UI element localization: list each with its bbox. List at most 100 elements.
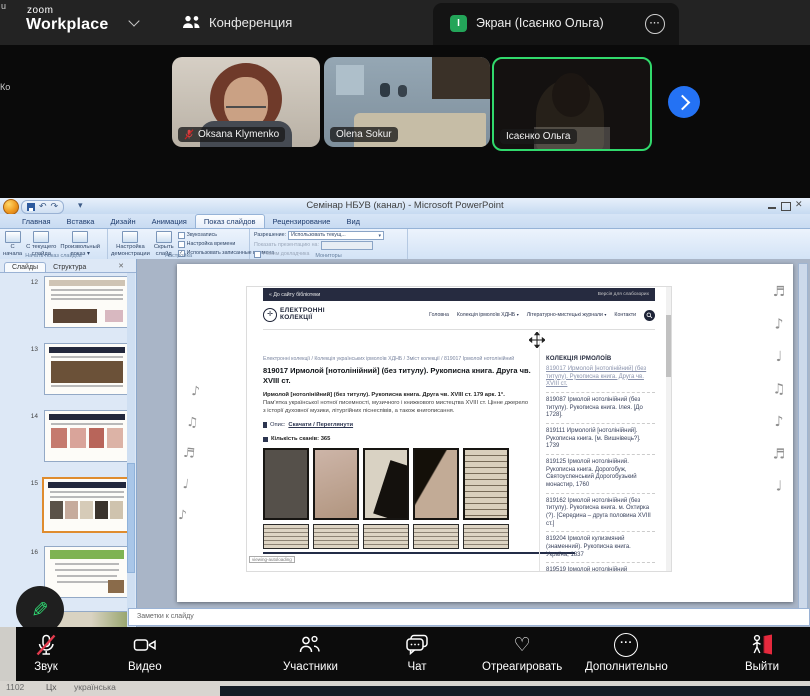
screen-share-tab-label: Экран (Ісаєнко Ольга) <box>476 16 604 30</box>
ribbon-group-start-slideshow: С начала С текущего слайда Произвольный … <box>0 229 108 259</box>
scan-image[interactable] <box>313 448 359 520</box>
slide-thumbnail-14[interactable] <box>44 410 130 462</box>
scan-image[interactable] <box>463 524 509 549</box>
tab-insert[interactable]: Вставка <box>59 215 103 228</box>
participant-glasses <box>226 99 266 108</box>
language-name: українська <box>74 682 116 692</box>
sidebar-item-current[interactable]: 819017 Ирмолой [нотолінійний] (без титул… <box>546 362 655 393</box>
next-page-button[interactable] <box>668 86 700 118</box>
tab-slideshow[interactable]: Показ слайдов <box>195 214 265 228</box>
tab-view[interactable]: Вид <box>338 215 368 228</box>
notes-pane[interactable]: Заметки к слайду <box>128 608 810 626</box>
site-header: ✛ ЕЛЕКТРОННІКОЛЕКЦІЇ Головна Колекція ір… <box>263 301 655 330</box>
status-tooltip: viewing-autoloading <box>249 556 295 563</box>
scan-image[interactable] <box>363 524 409 549</box>
slide-number: 12 <box>24 279 38 286</box>
scan-image[interactable] <box>263 524 309 549</box>
tab-conference[interactable]: Конференция <box>209 15 292 30</box>
leave-control[interactable]: Выйти <box>745 632 779 673</box>
person-silhouette <box>398 85 407 97</box>
powerpoint-window: ↶ ↷ ▾ Семінар НБУВ (канал) - Microsoft P… <box>0 198 810 627</box>
slide-thumbnail-16[interactable] <box>44 546 130 598</box>
tab-home[interactable]: Главная <box>14 215 59 228</box>
show-on-row: Показать презентацию на: <box>254 241 403 250</box>
person-head <box>552 73 590 117</box>
leave-label: Выйти <box>745 661 779 673</box>
search-icon[interactable] <box>644 310 655 321</box>
background-window-fragment: Ко <box>0 82 10 92</box>
sidebar-item[interactable]: 819519 Ірмолой нотолінійний <box>546 563 655 572</box>
nav-contacts[interactable]: Контакти <box>614 312 636 318</box>
move-cursor-icon <box>529 332 545 348</box>
pane-tabs: Слайды Структура ✕ <box>0 259 136 273</box>
participant-name-badge: Oksana Klymenko <box>178 127 285 142</box>
react-control[interactable]: ♡ Отреагировать <box>482 632 562 673</box>
chat-control[interactable]: Чат <box>404 632 430 673</box>
nav-irmoloi[interactable]: Колекція ірмолоїв ХДНБ ▾ <box>457 312 519 318</box>
breadcrumb[interactable]: Електронні колекції / Колекція українськ… <box>263 356 531 362</box>
pane-close-icon[interactable]: ✕ <box>118 262 124 270</box>
accessibility-link[interactable]: Версія для слабозорих <box>598 292 649 297</box>
scan-image[interactable] <box>263 448 309 520</box>
sidebar-item[interactable]: 819204 Ірмолой кулизмяний (знаменний). Р… <box>546 532 655 563</box>
scan-image[interactable] <box>313 524 359 549</box>
audio-control[interactable]: Звук <box>34 632 58 673</box>
slideshow-icon <box>72 231 88 243</box>
zoom-logo-top: zoom <box>27 5 53 16</box>
sidebar-item[interactable]: 819111 Ирмологій [нотолінійний]. Рукопис… <box>546 424 655 455</box>
sidebar-item[interactable]: 819162 Ірмолой нотолінійний (без титулу)… <box>546 494 655 533</box>
download-view-link[interactable]: Скачати / Переглянути <box>288 422 353 428</box>
scan-image[interactable] <box>463 448 509 520</box>
webpage-scrollbar[interactable] <box>666 287 671 571</box>
tab-review[interactable]: Рецензирование <box>265 215 339 228</box>
close-button[interactable]: ✕ <box>795 200 803 210</box>
slide-number: 13 <box>24 346 38 353</box>
tab-outline[interactable]: Структура <box>46 263 93 272</box>
record-icon <box>178 232 185 239</box>
tab-options-icon[interactable]: ··· <box>645 14 665 34</box>
document-icon <box>263 422 267 428</box>
slide-thumbnail-13[interactable] <box>44 343 130 395</box>
current-slide: ♪ ♫ ♬ ♩ ♪ ♬ ♪ ♩ ♫ ♪ ♬ ♩ « До сайту біблі… <box>177 264 793 602</box>
nav-journals[interactable]: Літературно-мистецькі журнали ▾ <box>527 312 607 318</box>
back-to-library-link[interactable]: « До сайту бібліотеки <box>269 292 320 298</box>
more-control[interactable]: ··· Дополнительно <box>585 632 668 673</box>
slide-area-scrollbar[interactable] <box>798 263 808 621</box>
pane-scrollbar[interactable] <box>127 273 135 627</box>
slide-thumbnail-12[interactable] <box>44 276 130 328</box>
camera-icon <box>132 634 158 656</box>
chevron-down-icon[interactable] <box>128 15 139 26</box>
maximize-button[interactable] <box>781 202 791 211</box>
resolution-dropdown[interactable]: Использовать текущ...▾ <box>288 231 384 240</box>
zoom-meeting-window: u zoom Workplace Конференция I Экран (Іс… <box>0 0 810 696</box>
site-logo[interactable]: ✛ ЕЛЕКТРОННІКОЛЕКЦІЇ <box>263 308 325 322</box>
slide-thumbnail-15-selected[interactable] <box>42 477 132 533</box>
tab-screen-share[interactable]: I Экран (Ісаєнко Ольга) ··· <box>433 3 679 45</box>
background-window-fragment: u <box>1 1 6 11</box>
minimize-button[interactable] <box>768 207 776 209</box>
nav-home[interactable]: Головна <box>429 312 449 318</box>
video-tile-olena[interactable]: Olena Sokur <box>324 57 490 147</box>
person-silhouette <box>380 83 390 97</box>
tab-slides[interactable]: Слайды <box>4 262 46 272</box>
mic-muted-icon <box>184 129 194 140</box>
tab-animation[interactable]: Анимация <box>144 215 195 228</box>
collection-sidebar: КОЛЕКЦІЯ ІРМОЛОЇВ 819017 Ирмолой [нотолі… <box>539 330 655 572</box>
webpage-screenshot: « До сайту бібліотеки Версія для слабозо… <box>246 286 672 572</box>
more-ellipsis-icon: ··· <box>614 633 638 657</box>
video-control[interactable]: Видео <box>128 632 162 673</box>
sidebar-item[interactable]: 819087 Ірмолой нотолінійний (без титулу)… <box>546 393 655 424</box>
participants-control[interactable]: Участники <box>283 632 338 673</box>
sidebar-item[interactable]: 819125 Ірмолой нотолінійний. Рукописна к… <box>546 455 655 494</box>
video-tile-oksana[interactable]: Oksana Klymenko <box>172 57 320 147</box>
scan-image[interactable] <box>363 448 409 520</box>
site-top-bar: « До сайту бібліотеки Версія для слабозо… <box>263 288 655 301</box>
scan-image[interactable] <box>413 524 459 549</box>
timer-icon <box>178 241 185 248</box>
ppt-ribbon: С начала С текущего слайда Произвольный … <box>0 229 810 260</box>
scan-thumbnails-row2 <box>263 524 531 549</box>
tab-design[interactable]: Дизайн <box>102 215 143 228</box>
taskbar-edge-fragment <box>0 627 16 681</box>
scan-image[interactable] <box>413 448 459 520</box>
video-tile-isaienko-active[interactable]: Ісаєнко Ольга <box>492 57 652 151</box>
